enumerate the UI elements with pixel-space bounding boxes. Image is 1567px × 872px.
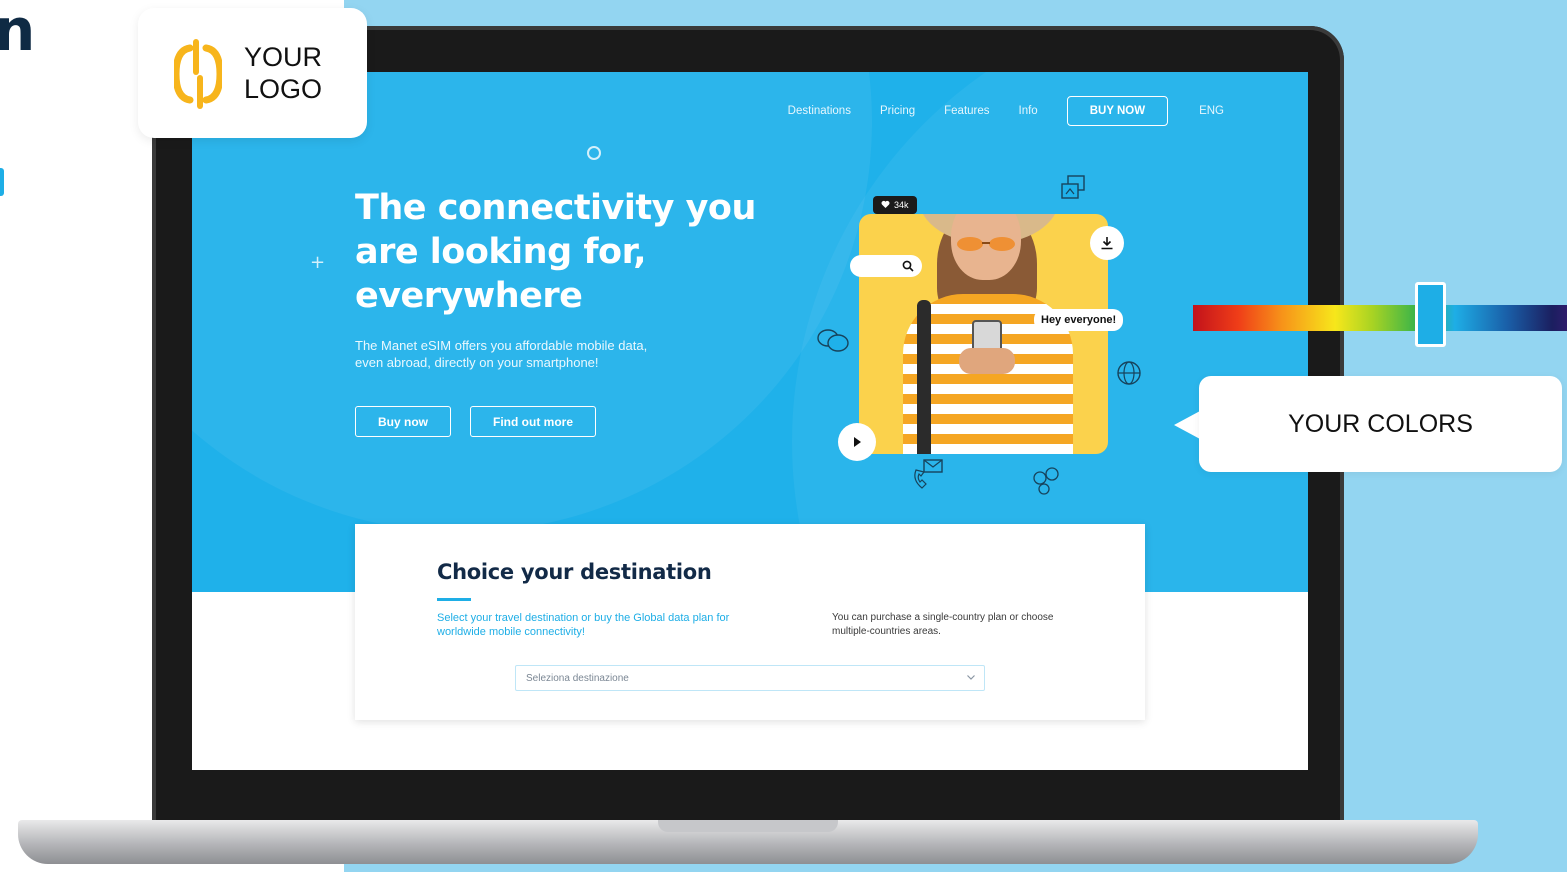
chat-icon: [817, 329, 849, 352]
logo-line: LOGO: [244, 74, 323, 104]
gallery-icon: [1061, 175, 1085, 199]
mail-phone-icon: [914, 459, 943, 489]
nav-link-destinations[interactable]: Destinations: [788, 105, 851, 117]
hero-title-line: are looking for,: [355, 232, 647, 272]
hands: [959, 348, 1015, 374]
play-icon: [854, 437, 861, 447]
likes-badge: 34k: [873, 196, 917, 214]
callout-text: YOUR COLORS: [1288, 409, 1473, 438]
title-underline: [437, 598, 471, 601]
globe-icon: [1117, 361, 1141, 385]
nav-link-info[interactable]: Info: [1019, 105, 1038, 117]
buy-now-button[interactable]: Buy now: [355, 406, 451, 437]
nav-link-features[interactable]: Features: [944, 105, 989, 117]
callout-pointer: [1174, 411, 1200, 439]
color-spectrum-slider[interactable]: [1193, 305, 1567, 331]
destination-title: Choice your destination: [437, 560, 712, 584]
destination-select[interactable]: Seleziona destinazione: [515, 665, 985, 691]
decorative-plus: +: [310, 252, 326, 273]
speech-bubble: Hey everyone!: [1034, 309, 1124, 331]
logo-mark-icon: [174, 39, 222, 109]
top-navigation: Destinations Pricing Features Info BUY N…: [788, 96, 1224, 126]
laptop-notch: [658, 820, 838, 832]
decorative-ring: [587, 146, 601, 160]
destination-subtitle: Select your travel destination or buy th…: [437, 612, 730, 638]
hero-photo: [859, 214, 1108, 454]
destination-info: You can purchase a single-country plan o…: [832, 612, 1054, 637]
hero-description: The Manet eSIM offers you affordable mob…: [355, 338, 648, 370]
color-slider-handle[interactable]: [1415, 282, 1446, 347]
search-pill: [850, 255, 922, 277]
play-button: [838, 423, 876, 461]
cropped-letter: n: [0, 0, 36, 64]
backpack-strap: [917, 300, 931, 454]
likes-count: 34k: [894, 200, 909, 210]
nav-link-pricing[interactable]: Pricing: [880, 105, 915, 117]
download-icon: [1101, 237, 1113, 250]
social-icon: [1033, 467, 1059, 495]
cropped-accent-mark: [0, 168, 4, 196]
heart-icon: [881, 200, 890, 210]
language-selector[interactable]: ENG: [1199, 105, 1224, 117]
chevron-down-icon: [967, 675, 975, 680]
destination-select-placeholder: Seleziona destinazione: [526, 672, 629, 684]
colors-callout: YOUR COLORS: [1199, 376, 1562, 472]
find-out-more-button[interactable]: Find out more: [470, 406, 596, 437]
hero-title-line: The connectivity you: [355, 188, 756, 228]
nav-buy-now-button[interactable]: BUY NOW: [1066, 96, 1169, 126]
hero-title-line: everywhere: [355, 276, 583, 316]
download-button: [1090, 226, 1124, 260]
website-screen: Destinations Pricing Features Info BUY N…: [192, 72, 1308, 770]
destination-card: Choice your destination Select your trav…: [355, 524, 1145, 720]
sunglasses: [957, 237, 1015, 251]
hero-title: The connectivity you are looking for, ev…: [355, 186, 775, 318]
logo-card: YOUR LOGO: [138, 8, 367, 138]
logo-line: YOUR: [244, 42, 323, 72]
search-icon: [902, 260, 914, 272]
logo-text: YOUR LOGO: [244, 41, 322, 105]
